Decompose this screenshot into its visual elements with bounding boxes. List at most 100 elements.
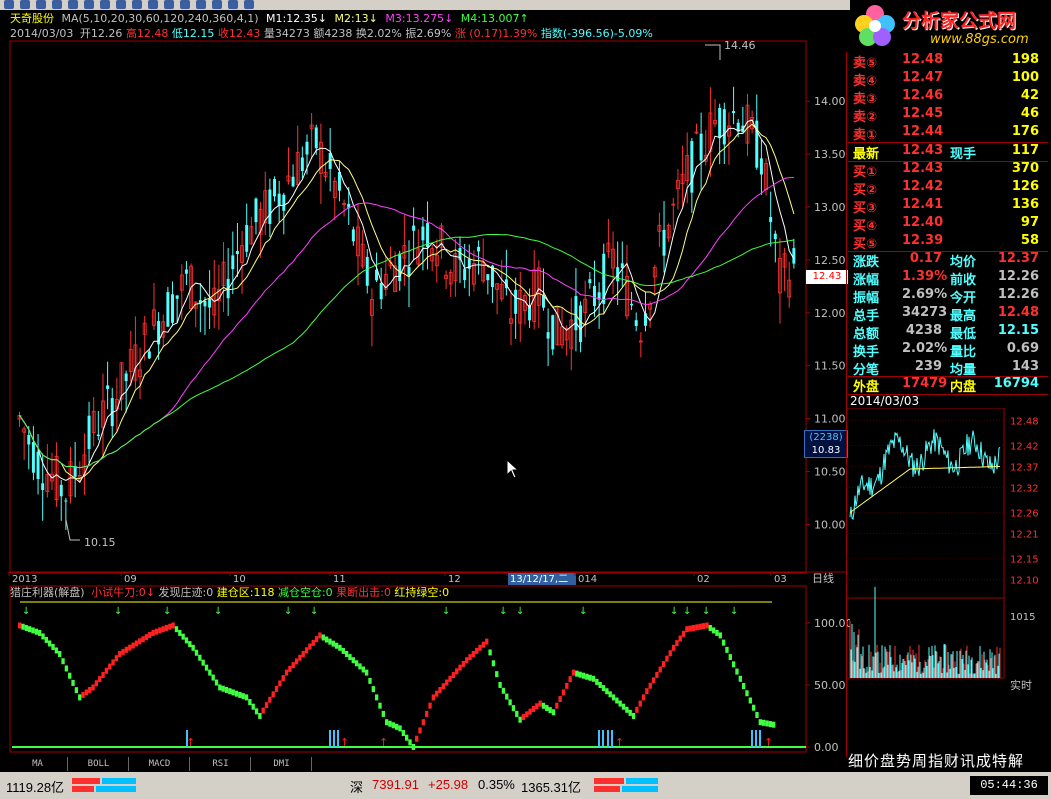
indicator-bar [248,699,252,706]
indicator-bar [214,679,219,686]
buy-row-4[interactable]: 买④ 12.40 97 [850,215,1045,234]
indicator-bar [168,623,172,630]
indicator-bar [411,744,416,750]
indicator-bar [488,649,492,656]
date-label: 02 [697,574,710,585]
indicator-bar [525,711,529,718]
sz-amount: 1365.31亿 [521,780,581,795]
sell-row-4[interactable]: 卖④ 12.47 100 [850,70,1045,89]
indicator-bar [201,659,205,666]
indicator-bar [374,694,379,701]
indicator-bar [738,675,742,682]
high-label: 14.46 [724,39,756,52]
signal-arrow-icon: ↓ [310,606,318,617]
indicator-bar [258,713,262,719]
candle-body [87,415,91,450]
indicator-bar [398,725,402,732]
sell-row-2[interactable]: 卖② 12.45 46 [850,106,1045,125]
indicator-bar [595,678,599,685]
indicator-axis: 100.00 50.00 0.00 [806,617,850,754]
candle-body [245,225,249,252]
indicator-bar [234,690,239,697]
signal-up-arrow-icon: ↑ [764,736,773,749]
sz-change: +25.98 [428,777,469,792]
latest-row[interactable]: 最新 12.43 现手 117 [850,143,1045,162]
tab-ma[interactable]: MA [8,757,68,771]
sell-row-3[interactable]: 卖③ 12.46 42 [850,88,1045,107]
intraday-tick-label: 12.37 [1010,462,1039,473]
info-ticker[interactable]: 细价盘势周指财讯成特解 [846,750,1051,772]
tab-rsi[interactable]: RSI [191,757,251,771]
indicator-bar [725,646,729,653]
indicator-bar [341,647,345,654]
signal-spike [759,730,761,747]
indicator-bar [184,637,189,644]
candle-body [314,127,318,149]
tab-dmi[interactable]: DMI [252,757,312,771]
candle-series [17,86,796,530]
indicator-bar [371,686,375,693]
candle-body [699,133,703,161]
indicator-bar [331,640,335,647]
signal-spike [333,730,335,747]
sell-row-5[interactable]: 卖⑤ 12.48 198 [850,52,1045,71]
indicator-bar [441,683,446,690]
candle-body [277,193,281,207]
indicator-bar [124,646,129,653]
intraday-mode-label: 实时 [1010,678,1032,692]
indicator-bar [665,655,669,662]
sell-row-1[interactable]: 卖① 12.44 176 [850,124,1045,143]
signal-arrow-icon: ↓ [579,606,587,617]
indicator-bar [565,682,569,689]
signal-up-arrow-icon: ↑ [340,736,349,749]
buy-row-2[interactable]: 买② 12.42 126 [850,179,1045,198]
indicator-bar [68,672,72,679]
candle-body [147,351,151,359]
indicator-bar [748,697,752,704]
indicator-bar [421,719,426,726]
indicator-bar [31,627,35,634]
buy-row-3[interactable]: 买③ 12.41 136 [850,197,1045,216]
indicator-bar [545,704,549,711]
indicator-bar [461,660,466,667]
status-bar: 1119.28亿 深 7391.91 +25.98 0.35% 1365.31亿… [0,772,1051,799]
date-label: 2013 [12,574,37,585]
cursor-value: 10.83 [811,445,841,456]
candle-body [412,225,416,231]
indicator-tick-label: 100.00 [814,617,850,630]
buy-row-5[interactable]: 买⑤ 12.39 58 [850,233,1045,252]
tab-macd[interactable]: MACD [130,757,190,771]
indicator-bar [191,644,195,651]
indicator-bar [601,685,606,692]
candle-body [574,296,578,331]
candle-body [208,298,212,308]
indicator-item: 减仓空仓:0 [277,586,333,599]
candle-body [759,158,763,175]
intraday-chart[interactable]: 12.48 12.42 12.37 12.32 12.26 12.21 12.15 12.10… [846,408,1051,756]
date-label: 12 [448,574,461,585]
indicator-bar [44,636,49,643]
sz-pct: 0.35% [478,777,515,792]
indicator-bar [161,626,165,633]
stat-row: 总额 4238 最低 12.15 [853,323,1039,342]
indicator-bar [314,636,319,643]
candle-body [630,303,634,306]
candle-body [792,248,796,264]
indicator-bar [338,644,342,651]
kline-chart[interactable]: 14.46 10.15 14.00 13.50 13.00 12.50 12.00 11.5… [0,0,850,772]
indicator-bar [278,680,282,687]
price-tick-label: 10.00 [814,518,846,531]
indicator-bar [721,639,726,646]
buy-row-1[interactable]: 买① 12.43 370 [850,161,1045,180]
intraday-tick-label: 12.10 [1010,576,1039,587]
indicator-bar [468,654,472,661]
indicator-item: 红持绿空:0 [394,586,450,599]
indicator-name[interactable]: 猎庄利器(解盘) [10,586,85,599]
indicator-bar [568,676,572,683]
indicator-bar [358,663,362,670]
tab-boll[interactable]: BOLL [69,757,129,771]
indicator-bar [178,629,182,636]
indicator-bar [164,624,169,631]
indicator-bar [34,628,39,635]
flower-logo-icon [855,5,895,46]
